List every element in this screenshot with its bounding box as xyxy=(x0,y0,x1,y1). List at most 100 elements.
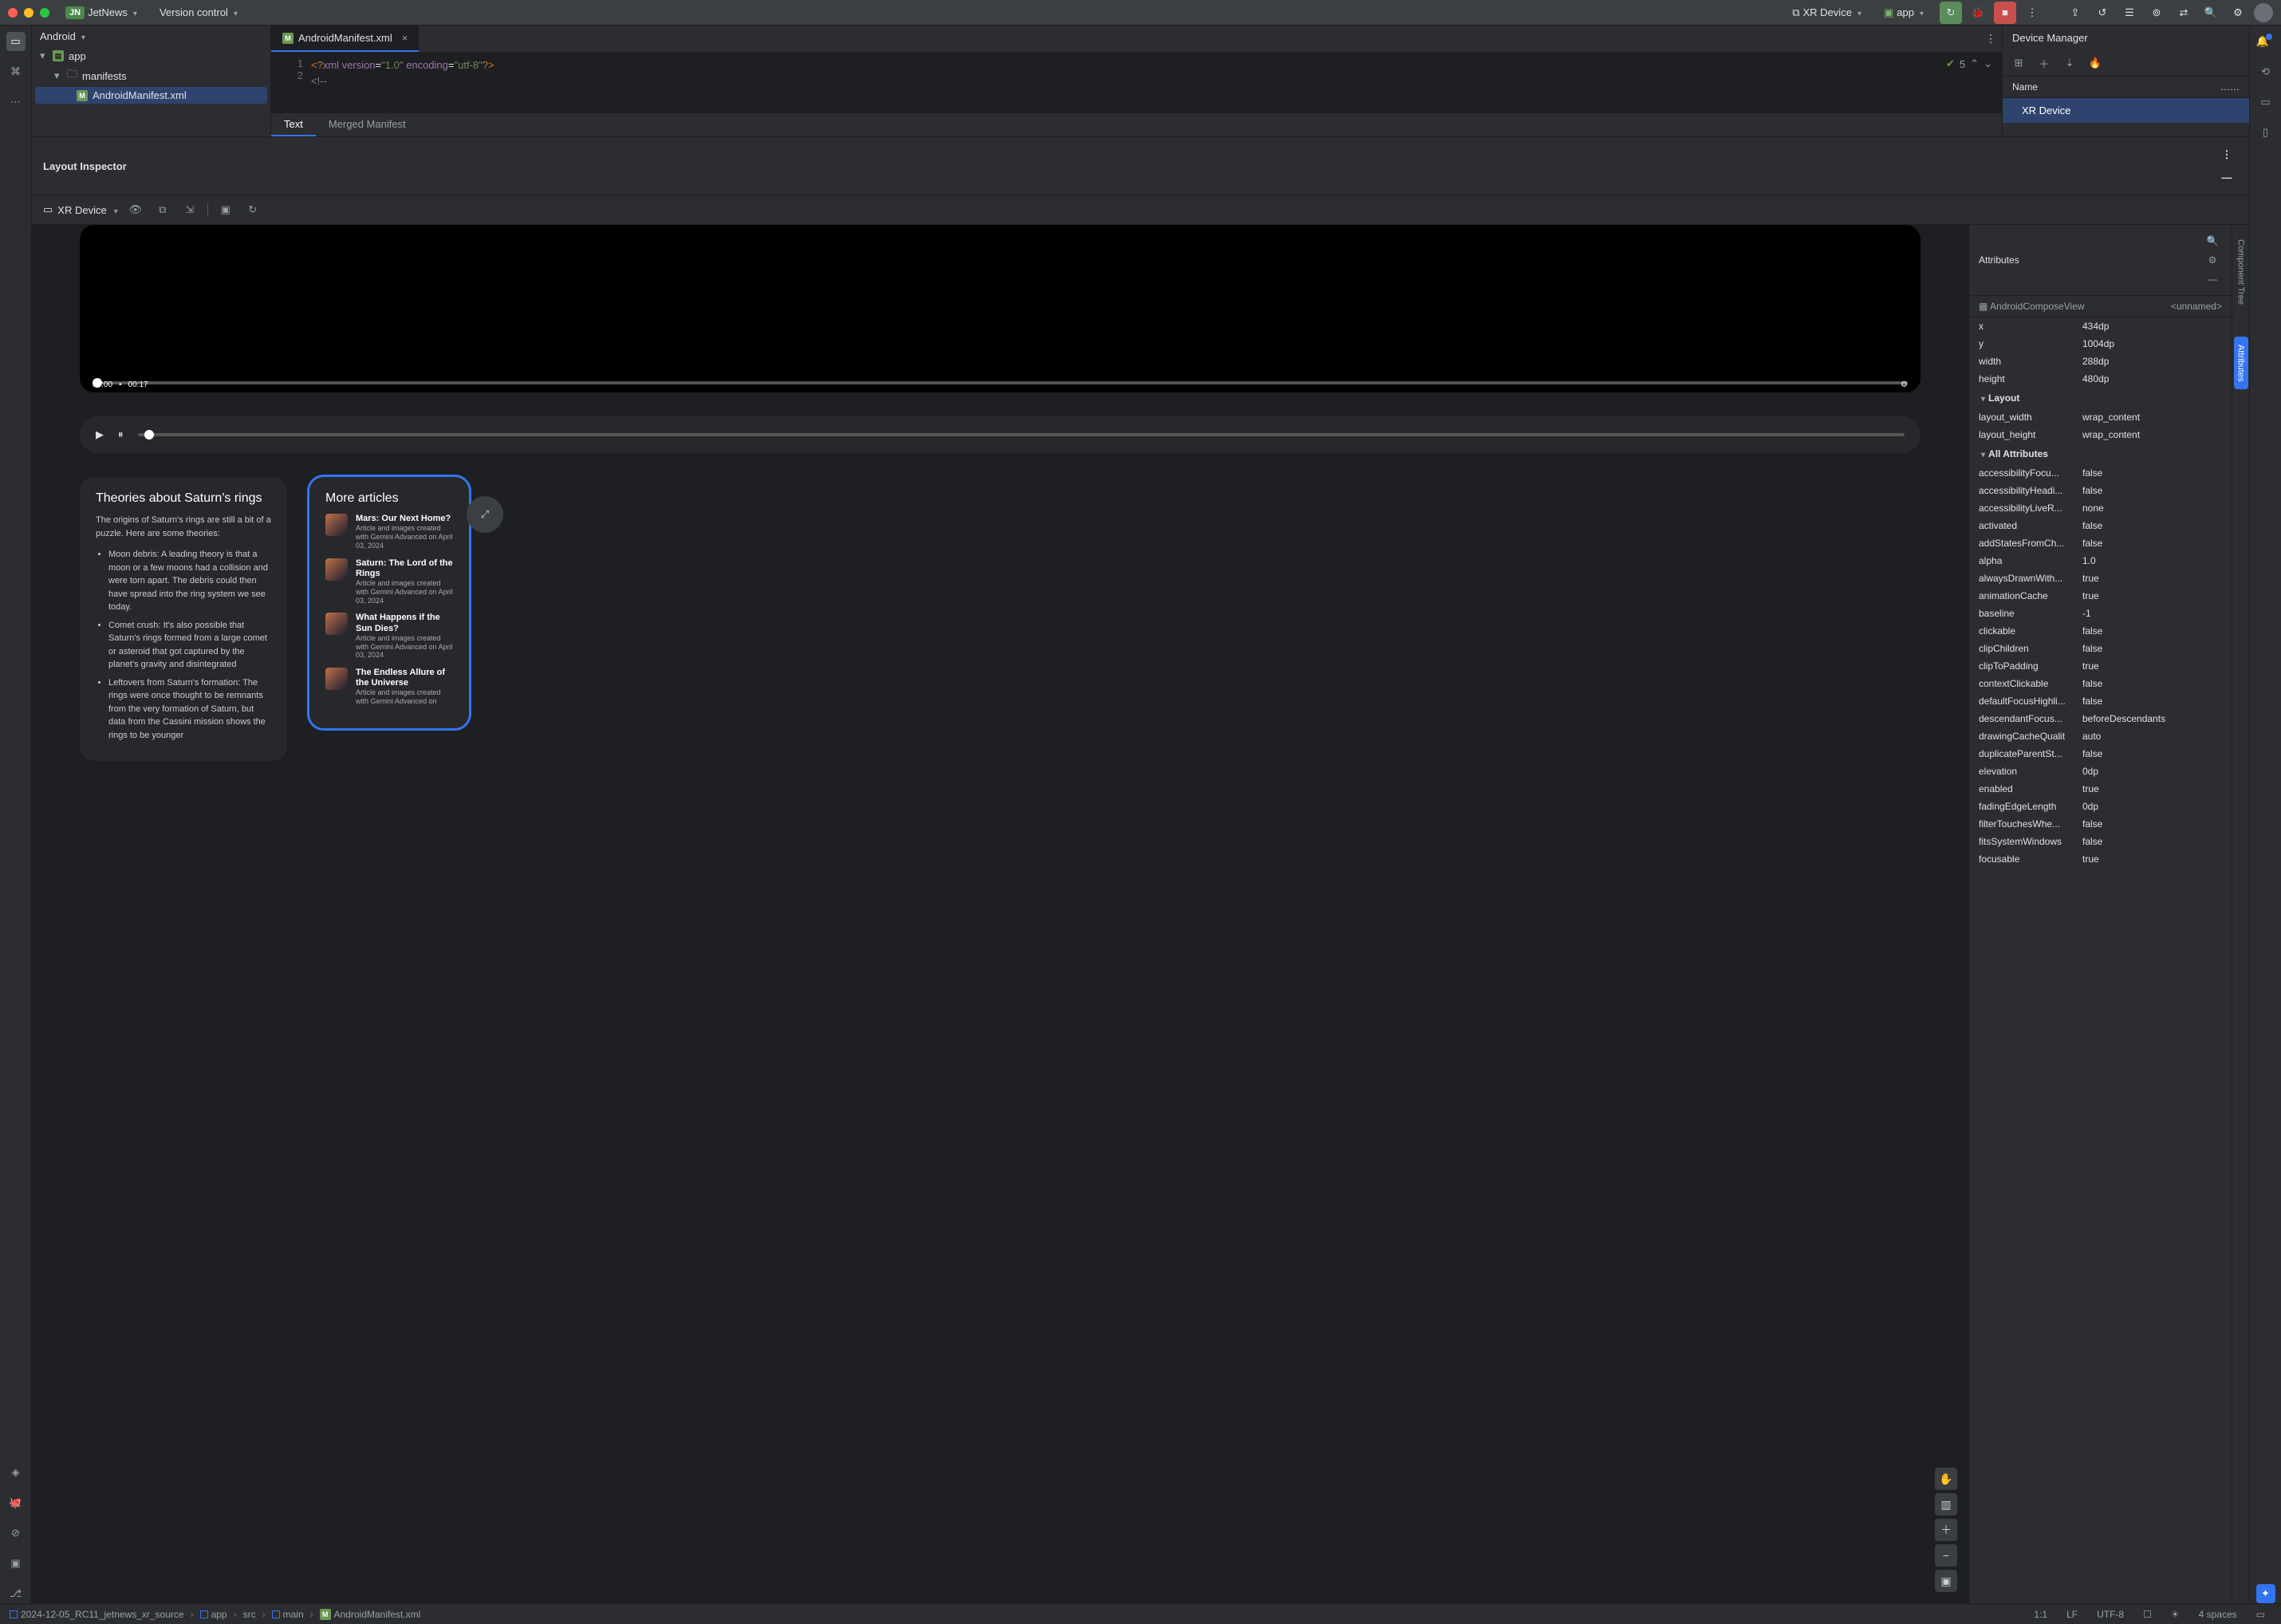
editor-more-icon[interactable]: ⋮ xyxy=(1980,28,2002,50)
breadcrumb[interactable]: 2024-12-05_RC11_jetnews_xr_source xyxy=(10,1609,184,1620)
gear-icon[interactable]: ⚙ xyxy=(1901,380,1908,389)
sync-icon[interactable]: ↺ xyxy=(2091,2,2114,24)
warning-count[interactable]: 5 xyxy=(1960,58,1965,70)
attribute-row[interactable]: activatedfalse xyxy=(1969,517,2232,534)
indent[interactable]: 4 spaces xyxy=(2192,1609,2244,1620)
octocat-icon[interactable]: 🐙 xyxy=(6,1493,26,1512)
article-list-item[interactable]: What Happens if the Sun Dies? Article an… xyxy=(325,613,453,660)
inspector-device-selector[interactable]: ▭ XR Device xyxy=(43,203,118,216)
attribute-row[interactable]: descendantFocus...beforeDescendants xyxy=(1969,710,2232,727)
article-list-item[interactable]: Saturn: The Lord of the Rings Article an… xyxy=(325,558,453,605)
highlight-icon[interactable]: ☀ xyxy=(2165,1609,2186,1620)
attribute-row[interactable]: elevation0dp xyxy=(1969,763,2232,780)
attribute-row[interactable]: clipChildrenfalse xyxy=(1969,640,2232,657)
run-button[interactable]: ↻ xyxy=(1940,2,1962,24)
wifi-icon[interactable]: ⇣ xyxy=(2060,53,2079,73)
attribute-row[interactable]: enabledtrue xyxy=(1969,780,2232,798)
stop-button[interactable]: ■ xyxy=(1994,2,2016,24)
maximize-window[interactable] xyxy=(40,8,49,18)
attribute-row[interactable]: focusabletrue xyxy=(1969,850,2232,868)
plus-icon[interactable]: ＋ xyxy=(2035,53,2054,73)
attr-section-header[interactable]: All Attributes xyxy=(1969,443,2232,464)
attribute-row[interactable]: clipToPaddingtrue xyxy=(1969,657,2232,675)
user-avatar[interactable] xyxy=(2254,3,2273,22)
screenshot-icon[interactable]: ▣ xyxy=(216,200,235,219)
attribute-row[interactable]: duplicateParentSt...false xyxy=(1969,745,2232,763)
code-editor[interactable]: 12 <?xml version="1.0" encoding="utf-8"?… xyxy=(271,53,2002,112)
add-device-icon[interactable]: ⊞ xyxy=(2009,53,2028,73)
refresh-icon[interactable]: ↻ xyxy=(243,200,262,219)
attribute-row[interactable]: animationCachetrue xyxy=(1969,587,2232,605)
build-icon[interactable]: ☰ xyxy=(2118,2,2141,24)
minimize-window[interactable] xyxy=(24,8,33,18)
layers-icon[interactable]: ▥ xyxy=(1935,1493,1957,1516)
settings-icon[interactable]: ⚙ xyxy=(2203,250,2222,270)
zoom-in-icon[interactable]: ＋ xyxy=(1935,1519,1957,1541)
fire-icon[interactable]: 🔥 xyxy=(2086,53,2105,73)
preview-canvas[interactable]: 00:00 • 00:17 ⚙ ▶ ⏸ xyxy=(32,225,1968,1603)
breadcrumb[interactable]: M AndroidManifest.xml xyxy=(320,1609,421,1620)
attribute-row[interactable]: y1004dp xyxy=(1969,335,2232,353)
panel-more-icon[interactable]: ⋮ xyxy=(2216,144,2238,166)
editor-subtab-text[interactable]: Text xyxy=(271,113,316,136)
search-icon[interactable]: 🔍 xyxy=(2200,2,2222,24)
pause-icon[interactable]: ⏸ xyxy=(118,428,124,441)
problems-icon[interactable]: ⊘ xyxy=(6,1523,26,1543)
attribute-row[interactable]: layout_widthwrap_content xyxy=(1969,408,2232,426)
notifications-icon[interactable]: 🔔 xyxy=(2256,32,2275,51)
attr-section-header[interactable]: Layout xyxy=(1969,388,2232,408)
gems-icon[interactable]: ◈ xyxy=(6,1463,26,1482)
attribute-row[interactable]: accessibilityLiveR...none xyxy=(1969,499,2232,517)
line-ending[interactable]: LF xyxy=(2060,1609,2084,1620)
breadcrumb[interactable]: main xyxy=(272,1609,304,1620)
tree-node-manifests[interactable]: ▾🗀 manifests xyxy=(35,65,267,87)
gradle-icon[interactable]: ⟲ xyxy=(2256,62,2275,81)
attribute-row[interactable]: x434dp xyxy=(1969,317,2232,335)
search-icon[interactable]: 🔍 xyxy=(2203,231,2222,250)
tree-node-manifest-file[interactable]: M AndroidManifest.xml xyxy=(35,87,267,104)
device-mgr-icon[interactable]: ▭ xyxy=(2256,93,2275,112)
audio-scrubber[interactable] xyxy=(138,433,1905,436)
attribute-row[interactable]: alpha1.0 xyxy=(1969,552,2232,570)
gemini-icon[interactable]: ✦ xyxy=(2256,1584,2275,1603)
close-window[interactable] xyxy=(8,8,18,18)
col-dots[interactable]: … xyxy=(2220,81,2230,93)
vcs-menu[interactable]: Version control xyxy=(153,3,244,22)
attribute-row[interactable]: accessibilityHeadi...false xyxy=(1969,482,2232,499)
article-list-item[interactable]: Mars: Our Next Home? Article and images … xyxy=(325,514,453,550)
encoding[interactable]: UTF-8 xyxy=(2090,1609,2130,1620)
attribute-row[interactable]: addStatesFromCh...false xyxy=(1969,534,2232,552)
emulator-icon[interactable]: ▯ xyxy=(2256,123,2275,142)
col-name[interactable]: Name xyxy=(2012,81,2220,93)
attribute-row[interactable]: clickablefalse xyxy=(1969,622,2232,640)
editor-subtab-merged[interactable]: Merged Manifest xyxy=(316,113,419,136)
zoom-out-icon[interactable]: − xyxy=(1935,1544,1957,1567)
expand-fab[interactable]: ⤢ xyxy=(467,496,503,533)
fit-icon[interactable]: ▣ xyxy=(1935,1570,1957,1592)
project-tool-icon[interactable]: ▭ xyxy=(6,32,26,51)
attribute-row[interactable]: filterTouchesWhe...false xyxy=(1969,815,2232,833)
editor-tab[interactable]: M AndroidManifest.xml × xyxy=(271,26,419,52)
attribute-row[interactable]: accessibilityFocu...false xyxy=(1969,464,2232,482)
breadcrumb[interactable]: app xyxy=(200,1609,227,1620)
app-links-icon[interactable]: ⇄ xyxy=(2173,2,2195,24)
collapse-up-icon[interactable]: ⌃ xyxy=(1970,57,1979,70)
attribute-row[interactable]: height480dp xyxy=(1969,370,2232,388)
col-dots2[interactable]: … xyxy=(2230,81,2240,93)
more-tool-icon[interactable]: ⋯ xyxy=(6,93,26,112)
side-tab-attributes[interactable]: Attributes xyxy=(2234,337,2248,389)
cursor-position[interactable]: 1:1 xyxy=(2027,1609,2054,1620)
side-tab-component-tree[interactable]: Component Tree xyxy=(2234,231,2248,313)
collapse-down-icon[interactable]: ⌄ xyxy=(1984,57,1992,70)
project-selector[interactable]: JN JetNews xyxy=(59,3,144,22)
attribute-row[interactable]: contextClickablefalse xyxy=(1969,675,2232,692)
panel-minimize-icon[interactable]: — xyxy=(2216,166,2238,188)
structure-tool-icon[interactable]: ⌘ xyxy=(6,62,26,81)
run-config-selector[interactable]: ▣ app xyxy=(1877,3,1930,22)
attribute-row[interactable]: layout_heightwrap_content xyxy=(1969,426,2232,443)
attribute-row[interactable]: defaultFocusHighli...false xyxy=(1969,692,2232,710)
more-actions[interactable]: ⋮ xyxy=(2021,2,2043,24)
terminal-icon[interactable]: ▣ xyxy=(6,1554,26,1573)
code-with-me-icon[interactable]: ⇪ xyxy=(2064,2,2086,24)
article-list-item[interactable]: The Endless Allure of the Universe Artic… xyxy=(325,668,453,706)
